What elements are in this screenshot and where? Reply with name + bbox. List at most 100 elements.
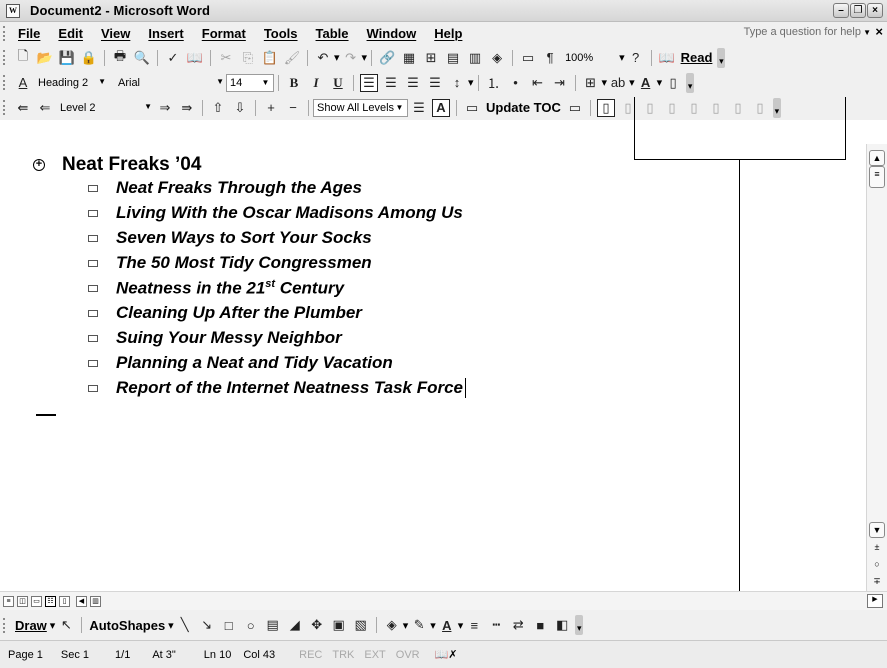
justify-icon[interactable]: ☰ [426, 74, 444, 92]
wordart-icon[interactable]: ◢ [286, 616, 304, 634]
scroll-thumb[interactable]: ≡ [869, 166, 885, 188]
outline-item[interactable]: Report of the Internet Neatness Task For… [88, 378, 467, 398]
hyperlink-icon[interactable]: 🔗 [378, 49, 396, 67]
insert-picture-icon[interactable]: ▧ [352, 616, 370, 634]
line-spacing-dropdown-icon[interactable]: ▾ [468, 76, 474, 89]
font-color-icon[interactable]: A [438, 616, 456, 634]
columns-icon[interactable]: ▥ [466, 49, 484, 67]
outline-item[interactable]: Seven Ways to Sort Your Socks [88, 228, 372, 248]
outline-item[interactable]: Cleaning Up After the Plumber [88, 303, 362, 323]
fill-color-icon[interactable]: ◈ [383, 616, 401, 634]
hscroll-thumb[interactable]: ▥ [90, 595, 101, 607]
numbering-icon[interactable]: ⒈ [485, 74, 503, 92]
permission-icon[interactable]: 🔒 [80, 49, 98, 67]
border-icon[interactable]: ⊞ [582, 74, 600, 92]
collapse-minus-icon[interactable] [88, 234, 98, 242]
outline-item[interactable]: Living With the Oscar Madisons Among Us [88, 203, 463, 223]
scroll-up-icon[interactable]: ▲ [869, 150, 885, 166]
format-painter-icon[interactable]: 🖌 [283, 49, 301, 67]
collapse-icon[interactable]: − [284, 99, 302, 117]
fill-color-dropdown-icon[interactable]: ▾ [403, 619, 409, 632]
font-color-icon[interactable]: A [637, 74, 655, 92]
text-box-icon[interactable]: ▤ [264, 616, 282, 634]
tables-borders-icon[interactable]: ▦ [400, 49, 418, 67]
status-trk[interactable]: TRK [327, 649, 359, 661]
style-combo[interactable]: Heading 2 ▼ [34, 74, 108, 92]
outline-heading-1[interactable]: + Neat Freaks ’04 [33, 154, 201, 176]
word-app-icon[interactable]: W [6, 3, 20, 18]
redo-dropdown-icon[interactable]: ▾ [362, 51, 368, 64]
document-area[interactable]: + Neat Freaks ’04 Neat Freaks Through th… [0, 144, 866, 591]
font-color-dropdown-icon[interactable]: ▾ [458, 619, 464, 632]
insert-excel-icon[interactable]: ▤ [444, 49, 462, 67]
select-objects-icon[interactable]: ↖ [57, 616, 75, 634]
page-icon[interactable]: ▯ [664, 74, 682, 92]
menu-view[interactable]: View [95, 26, 136, 41]
align-left-icon[interactable]: ☰ [360, 73, 378, 92]
show-formatting-icon[interactable]: A [432, 98, 450, 117]
show-level-combo[interactable]: Show All Levels ▼ [313, 98, 408, 117]
3d-style-icon[interactable]: ◧ [553, 616, 571, 634]
font-size-dropdown-icon[interactable]: ▼ [259, 76, 272, 90]
collapse-minus-icon[interactable] [88, 184, 98, 192]
demote-icon[interactable]: ⇒ [156, 99, 174, 117]
toolbar-grip[interactable] [3, 617, 6, 633]
increase-indent-icon[interactable]: ⇥ [551, 74, 569, 92]
decrease-indent-icon[interactable]: ⇤ [529, 74, 547, 92]
clip-art-icon[interactable]: ▣ [330, 616, 348, 634]
drawing-icon[interactable]: ◈ [488, 49, 506, 67]
vertical-scrollbar[interactable]: ▲ ≡ ▼ ± ○ ∓ [866, 144, 887, 591]
collapse-minus-icon[interactable] [88, 334, 98, 342]
outline-item[interactable]: Planning a Neat and Tidy Vacation [88, 353, 393, 373]
expand-icon[interactable]: + [262, 99, 280, 117]
cut-icon[interactable]: ✂ [217, 49, 235, 67]
outline-item[interactable]: Neat Freaks Through the Ages [88, 178, 362, 198]
toolbar-grip[interactable] [3, 26, 6, 41]
collapse-minus-icon[interactable] [88, 284, 98, 292]
save-icon[interactable]: 💾 [58, 49, 76, 67]
status-ext[interactable]: EXT [359, 649, 390, 661]
bullets-icon[interactable]: • [507, 74, 525, 92]
outline-view-icon[interactable]: ☷ [45, 595, 56, 607]
demote-to-body-icon[interactable]: ⇛ [178, 99, 196, 117]
border-dropdown-icon[interactable]: ▾ [602, 76, 608, 89]
print-icon[interactable]: 🖶 [111, 48, 129, 67]
dash-style-icon[interactable]: ┅ [487, 616, 505, 634]
toolbar-options-icon[interactable]: ▾ [686, 72, 695, 93]
italic-icon[interactable]: I [307, 74, 325, 92]
outline-item[interactable]: The 50 Most Tidy Congressmen [88, 253, 372, 273]
toolbar-grip[interactable] [3, 50, 6, 65]
document-map-icon[interactable]: ▭ [519, 49, 537, 67]
expand-plus-icon[interactable]: + [33, 159, 45, 171]
help-question-box[interactable]: Type a question for help [744, 26, 861, 38]
minimize-icon[interactable]: – [833, 3, 849, 18]
status-rec[interactable]: REC [285, 649, 327, 661]
font-size-combo[interactable]: 14 ▼ [226, 73, 274, 92]
rectangle-icon[interactable]: □ [220, 616, 238, 634]
style-dropdown-icon[interactable]: ▼ [98, 77, 106, 86]
new-document-icon[interactable]: 🗋 [14, 48, 32, 67]
font-dropdown-icon[interactable]: ▼ [216, 77, 224, 86]
go-to-toc-icon[interactable]: ▭ [566, 99, 584, 117]
status-ovr[interactable]: OVR [391, 649, 425, 661]
autoshapes-dropdown-icon[interactable]: ▾ [168, 619, 174, 632]
undo-dropdown-icon[interactable]: ▾ [334, 51, 340, 64]
autoshapes-menu-button[interactable]: AutoShapes [89, 618, 165, 633]
toolbar-options-icon[interactable]: ▾ [717, 47, 726, 68]
paste-icon[interactable]: 📋 [261, 49, 279, 67]
show-hide-icon[interactable]: ¶ [541, 49, 559, 67]
insert-table-icon[interactable]: ⊞ [422, 49, 440, 67]
draw-menu-button[interactable]: Draw [15, 618, 47, 633]
outline-level-combo[interactable]: Level 2 ▼ [56, 99, 154, 117]
zoom-dropdown-icon[interactable]: ▾ [619, 51, 625, 64]
spelling-icon[interactable]: ✓ [164, 49, 182, 67]
align-center-icon[interactable]: ☰ [382, 74, 400, 92]
show-level-dropdown-icon[interactable]: ▼ [393, 101, 406, 115]
print-preview-icon[interactable]: 🔍 [133, 49, 151, 67]
next-page-icon[interactable]: ∓ [869, 574, 885, 590]
move-down-icon[interactable]: ⇩ [231, 99, 249, 117]
underline-icon[interactable]: U [329, 74, 347, 92]
scroll-down-icon[interactable]: ▼ [869, 522, 885, 538]
previous-page-icon[interactable]: ± [869, 540, 885, 556]
collapse-minus-icon[interactable] [88, 209, 98, 217]
